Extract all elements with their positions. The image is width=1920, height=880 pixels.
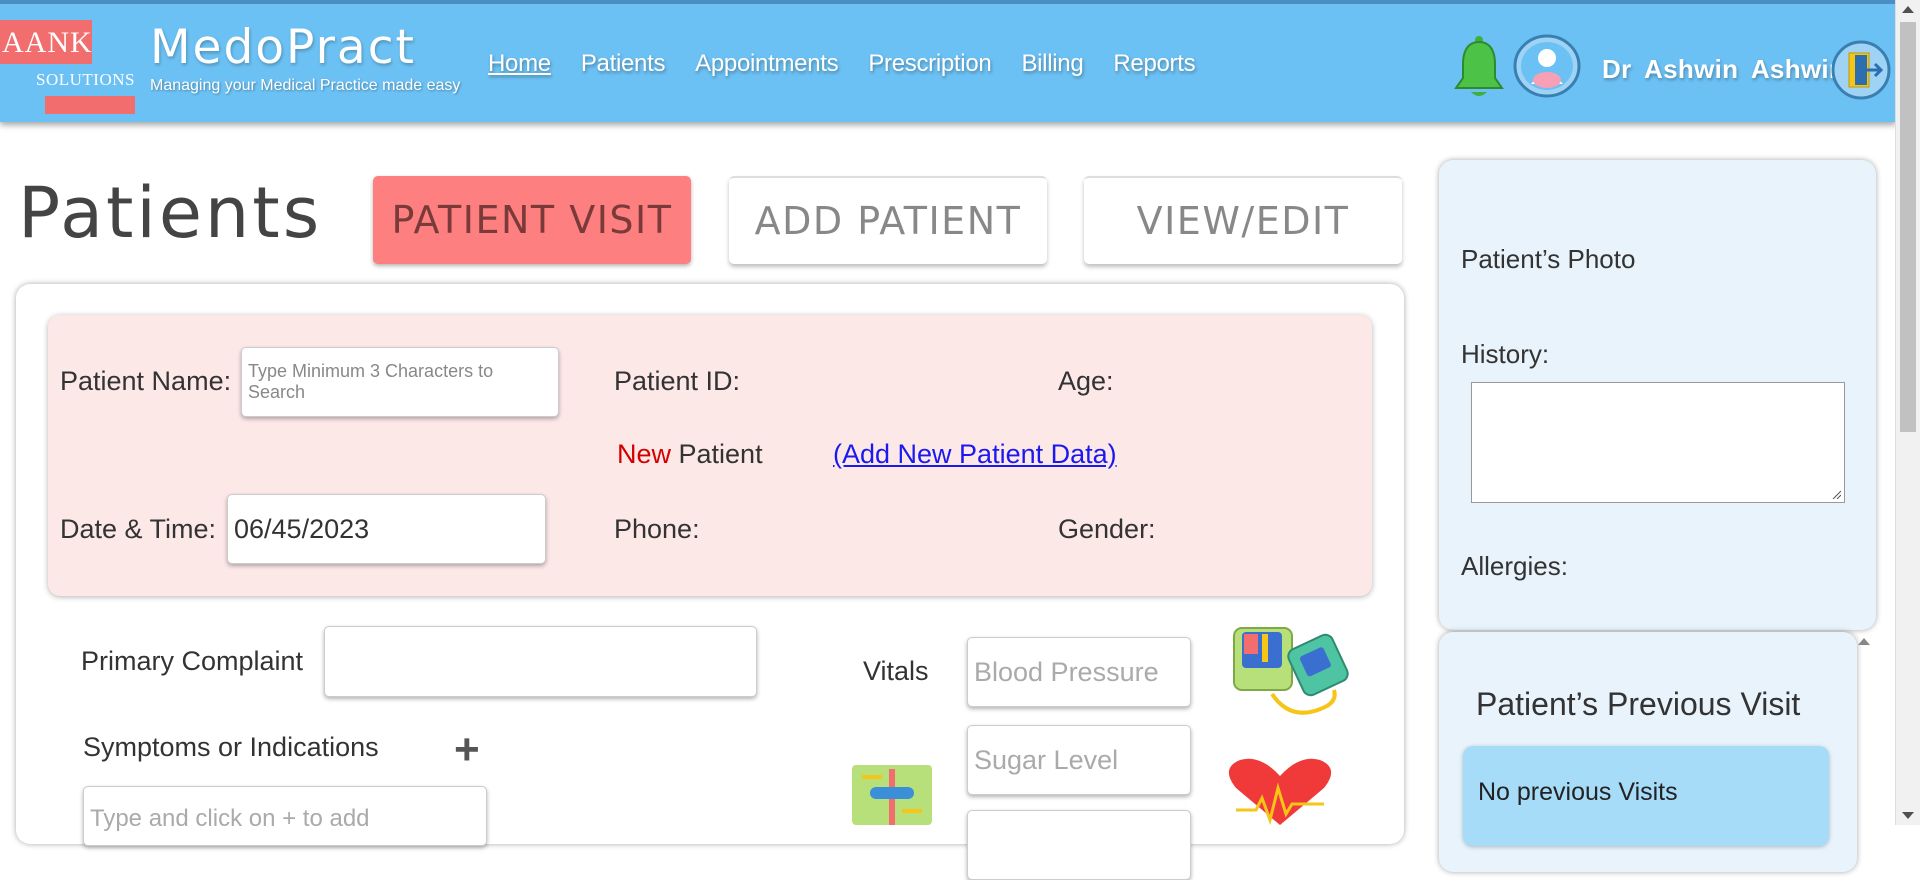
vitals-label: Vitals: [863, 656, 929, 686]
new-word: New: [617, 439, 672, 469]
heart-rate-icon: [1228, 758, 1332, 825]
scroll-thumb[interactable]: [1900, 22, 1916, 432]
add-new-patient-link[interactable]: (Add New Patient Data): [833, 439, 1117, 470]
company-logo[interactable]: AANK SOLUTIONS: [0, 20, 140, 116]
logout-icon[interactable]: [1831, 40, 1891, 100]
scroll-down-arrow-icon[interactable]: [1902, 812, 1914, 819]
user-avatar-icon[interactable]: [1513, 34, 1581, 98]
symptom-input[interactable]: Type and click on + to add: [83, 786, 487, 846]
vital-input-third[interactable]: [967, 810, 1191, 880]
history-textarea[interactable]: [1471, 382, 1845, 503]
patient-id-label: Patient ID:: [614, 366, 741, 396]
blood-pressure-monitor-icon: [1233, 627, 1349, 715]
page-scrollbar[interactable]: [1895, 0, 1920, 825]
patient-photo-label: Patient’s Photo: [1461, 244, 1636, 274]
gender-label: Gender:: [1058, 514, 1156, 544]
date-time-label: Date & Time:: [60, 514, 217, 544]
main-nav: Home Patients Appointments Prescription …: [488, 50, 1196, 78]
brand-name: MedoPract: [150, 20, 416, 75]
tab-add-patient[interactable]: ADD PATIENT: [729, 176, 1047, 264]
symptoms-label: Symptoms or Indications: [83, 732, 379, 762]
logo-red-bar: [45, 96, 135, 114]
nav-appointments[interactable]: Appointments: [695, 50, 838, 78]
scroll-up-arrow-icon[interactable]: [1902, 6, 1914, 13]
patient-word: Patient: [671, 439, 763, 469]
nav-prescription[interactable]: Prescription: [868, 50, 991, 78]
tab-patient-visit[interactable]: PATIENT VISIT: [373, 176, 691, 264]
phone-label: Phone:: [614, 514, 700, 544]
patient-name-label: Patient Name:: [60, 366, 232, 396]
logo-name: AANK: [2, 26, 93, 59]
sugar-level-input[interactable]: Sugar Level: [967, 725, 1191, 795]
add-symptom-plus-icon[interactable]: +: [454, 728, 480, 772]
brand-tagline: Managing your Medical Practice made easy: [150, 77, 461, 94]
new-patient-label: New Patient: [617, 439, 763, 470]
thermometer-chart-icon: [852, 765, 932, 825]
nav-home[interactable]: Home: [488, 50, 551, 78]
logo-subtitle: SOLUTIONS: [36, 70, 135, 89]
allergies-label: Allergies:: [1461, 551, 1568, 581]
tab-view-edit[interactable]: VIEW/EDIT: [1084, 176, 1402, 264]
age-label: Age:: [1058, 366, 1114, 396]
nav-billing[interactable]: Billing: [1021, 50, 1083, 78]
page-title: Patients: [18, 172, 323, 254]
history-label: History:: [1461, 339, 1550, 369]
primary-complaint-label: Primary Complaint: [81, 646, 304, 676]
resize-grip-icon[interactable]: [1831, 489, 1841, 499]
blood-pressure-input[interactable]: Blood Pressure: [967, 637, 1191, 707]
no-previous-visits-text: No previous Visits: [1478, 778, 1678, 806]
brand: MedoPract Managing your Medical Practice…: [150, 20, 460, 95]
user-name[interactable]: Dr Ashwin Ashwin: [1602, 54, 1845, 85]
nav-patients[interactable]: Patients: [581, 50, 666, 78]
nav-reports[interactable]: Reports: [1113, 50, 1195, 78]
date-time-input[interactable]: 06/45/2023: [227, 494, 546, 564]
previous-visit-title: Patient’s Previous Visit: [1476, 686, 1801, 722]
app-header: AANK SOLUTIONS MedoPract Managing your M…: [0, 0, 1896, 122]
patient-name-input[interactable]: Type Minimum 3 Characters to Search: [241, 347, 559, 417]
primary-complaint-input[interactable]: [324, 626, 757, 697]
panel-scroll-up-icon[interactable]: [1858, 638, 1870, 645]
notification-bell-icon[interactable]: [1452, 34, 1506, 100]
